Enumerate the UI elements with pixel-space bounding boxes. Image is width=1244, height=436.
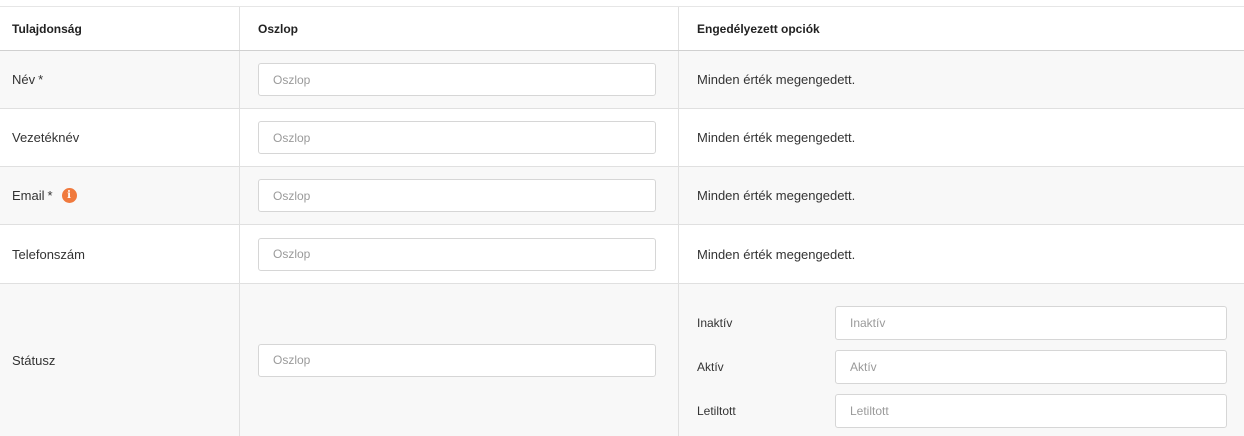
column-input-statusz[interactable]: Oszlop [258, 343, 656, 377]
property-label: Telefonszám [12, 246, 85, 262]
column-input-vezeteknev[interactable]: Oszlop [258, 121, 656, 154]
column-input-placeholder: Oszlop [273, 188, 311, 203]
allowed-cell: Minden érték megengedett. [697, 188, 856, 203]
column-input-email[interactable]: Oszlop [258, 179, 656, 212]
table-row-telefonszam: Telefonszám Oszlop Minden érték megenged… [0, 225, 1244, 284]
header-property: Tulajdonság [0, 7, 240, 50]
info-icon[interactable]: i [61, 188, 77, 203]
status-option-label: Aktív [697, 360, 724, 374]
status-option-label: Letiltott [697, 404, 736, 418]
allowed-cell: Minden érték megengedett. [697, 246, 856, 262]
status-option-label: Inaktív [697, 316, 733, 330]
property-cell: Vezetéknév [0, 109, 240, 166]
column-cell: Oszlop [240, 109, 679, 166]
column-cell: Oszlop [240, 167, 679, 224]
header-column: Oszlop [240, 7, 679, 50]
property-cell: Telefonszám [0, 225, 240, 283]
table-row-email: Email * i Oszlop Minden érték megengedet… [0, 167, 1244, 225]
column-input-nev[interactable]: Oszlop [258, 63, 656, 96]
status-option-letiltott: Letiltott Letiltott [697, 394, 1227, 428]
status-option-placeholder: Aktív [850, 360, 877, 374]
status-option-aktiv: Aktív Aktív [697, 350, 1227, 384]
status-option-input-letiltott[interactable]: Letiltott [835, 394, 1227, 428]
property-cell: Státusz [0, 284, 240, 436]
header-allowed-options: Engedélyezett opciók [697, 21, 820, 36]
column-cell: Oszlop [240, 51, 679, 108]
table-row-vezeteknev: Vezetéknév Oszlop Minden érték megengede… [0, 109, 1244, 167]
property-cell: Email * i [0, 167, 240, 224]
column-input-placeholder: Oszlop [273, 72, 311, 87]
property-label: Név [12, 72, 36, 87]
status-option-inaktiv: Inaktív Inaktív [697, 306, 1227, 340]
property-label: Email [12, 188, 45, 203]
required-marker: * [38, 72, 44, 87]
property-cell: Név * [0, 51, 240, 108]
status-option-placeholder: Inaktív [850, 316, 886, 330]
required-marker: * [47, 188, 53, 203]
column-cell: Oszlop [240, 225, 679, 283]
property-label: Státusz [12, 352, 56, 368]
column-input-placeholder: Oszlop [273, 247, 311, 261]
column-cell: Oszlop [240, 284, 679, 436]
status-option-input-aktiv[interactable]: Aktív [835, 350, 1227, 384]
table-header: Tulajdonság Oszlop Engedélyezett opciók [0, 6, 1244, 51]
table-row-nev: Név * Oszlop Minden érték megengedett. [0, 51, 1244, 109]
status-option-placeholder: Letiltott [850, 404, 889, 418]
allowed-cell: Minden érték megengedett. [697, 72, 856, 87]
status-option-input-inaktiv[interactable]: Inaktív [835, 306, 1227, 340]
allowed-cell: Minden érték megengedett. [697, 130, 856, 145]
property-label: Vezetéknév [12, 130, 80, 145]
column-input-placeholder: Oszlop [273, 353, 311, 367]
column-input-telefonszam[interactable]: Oszlop [258, 237, 656, 271]
column-input-placeholder: Oszlop [273, 130, 311, 145]
